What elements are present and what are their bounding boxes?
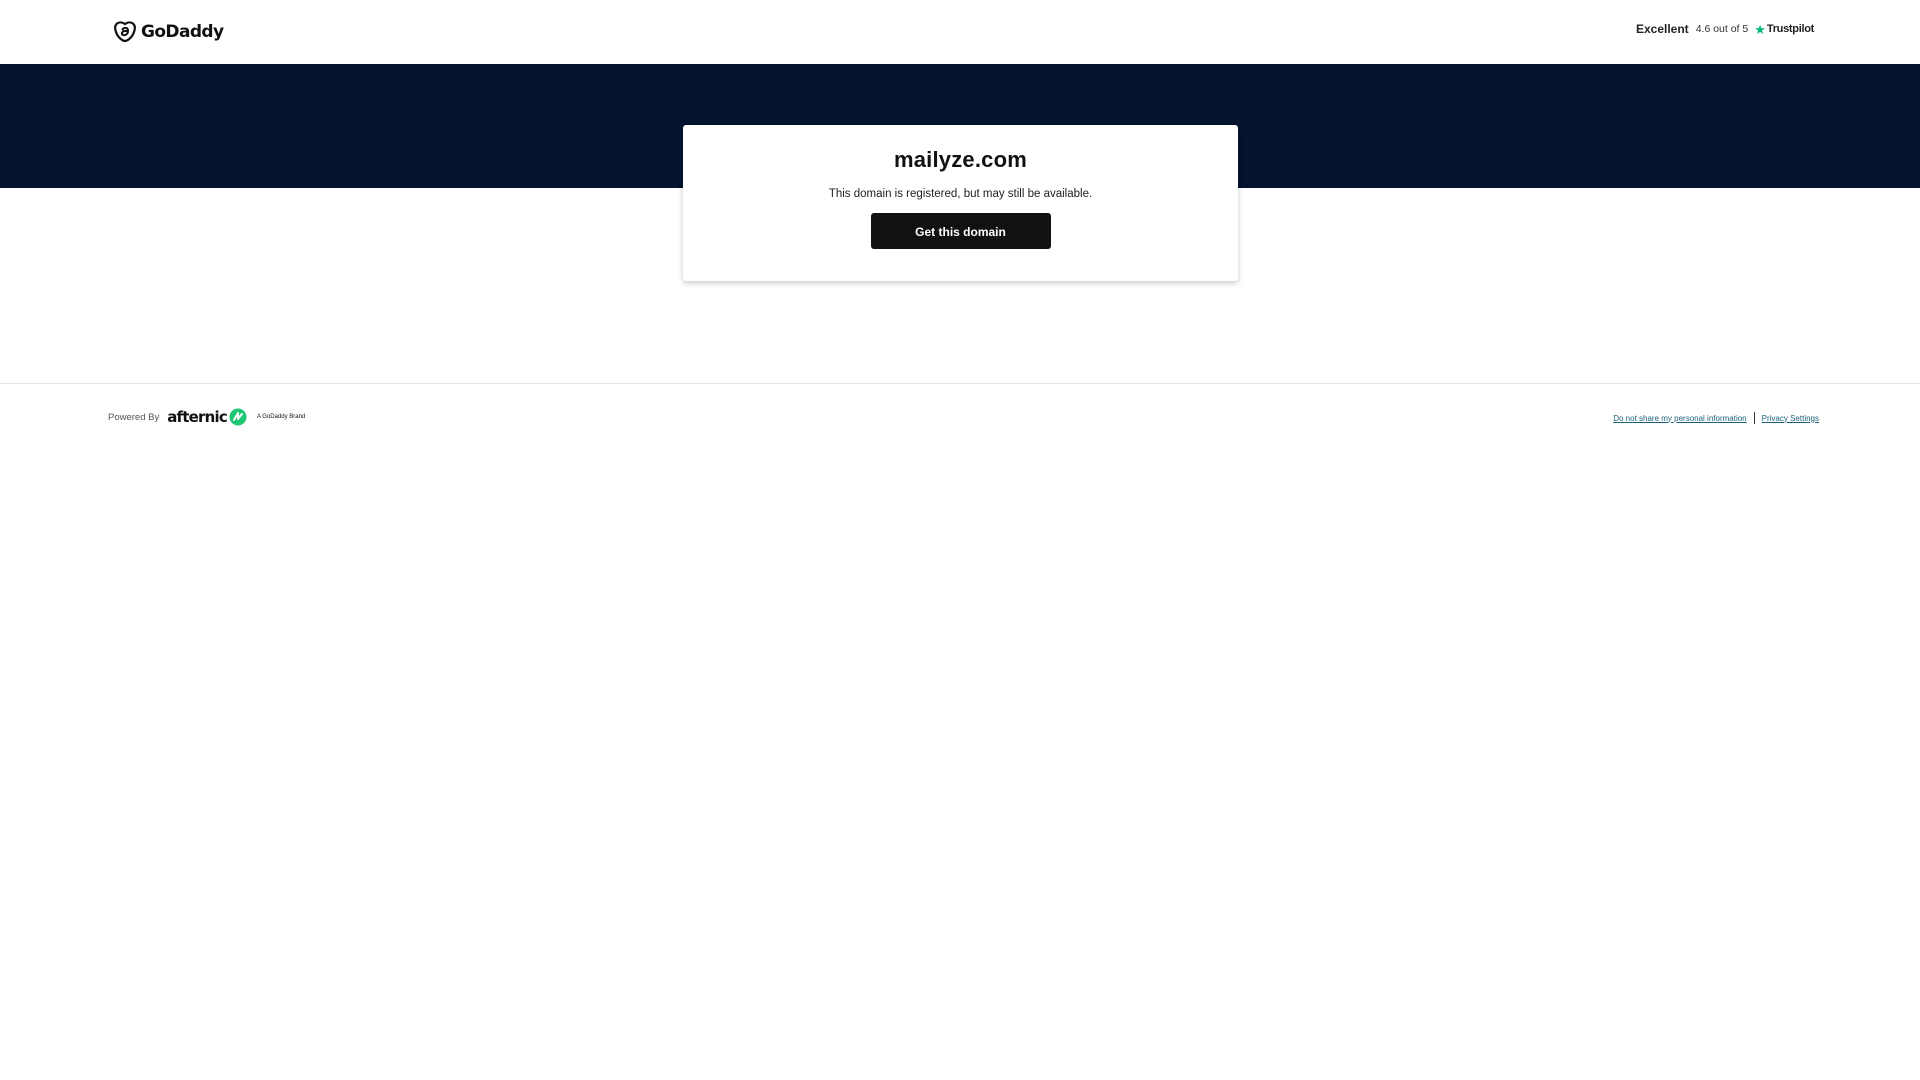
trustpilot-rating-word: Excellent (1635, 22, 1689, 36)
trustpilot-brand: Trustpilot (1766, 23, 1814, 35)
get-domain-button[interactable]: Get this domain (870, 213, 1051, 249)
trustpilot-star-icon: ★ (1754, 21, 1766, 37)
godaddy-logo[interactable]: GoDaddy (113, 20, 224, 44)
footer-links: Do not share my personal information Pri… (1613, 412, 1819, 424)
domain-status-text: This domain is registered, but may still… (828, 188, 1093, 200)
domain-title: mailyze.com (893, 147, 1028, 172)
footer-link-separator (1753, 412, 1755, 424)
site-header: GoDaddy Excellent 4.6 out of 5 ★ Trustpi… (0, 0, 1920, 64)
logo-wordmark: GoDaddy (141, 22, 224, 42)
afternic-logo-icon (229, 408, 247, 426)
godaddy-logo-icon (114, 21, 136, 43)
trustpilot-widget[interactable]: Excellent 4.6 out of 5 ★ Trustpilot (1636, 22, 1814, 36)
afternic-wordmark: afternic (167, 408, 227, 426)
privacy-settings-link[interactable]: Privacy Settings (1762, 414, 1819, 423)
powered-by-block: Powered By afternic A GoDaddy Brand (108, 408, 305, 426)
trustpilot-score: 4.6 out of 5 (1695, 23, 1749, 35)
powered-by-label: Powered By (108, 411, 160, 423)
do-not-share-link[interactable]: Do not share my personal information (1613, 414, 1746, 423)
godaddy-brand-tag: A GoDaddy Brand (256, 414, 306, 420)
footer-divider (0, 383, 1920, 384)
domain-card: mailyze.com This domain is registered, b… (683, 125, 1238, 281)
